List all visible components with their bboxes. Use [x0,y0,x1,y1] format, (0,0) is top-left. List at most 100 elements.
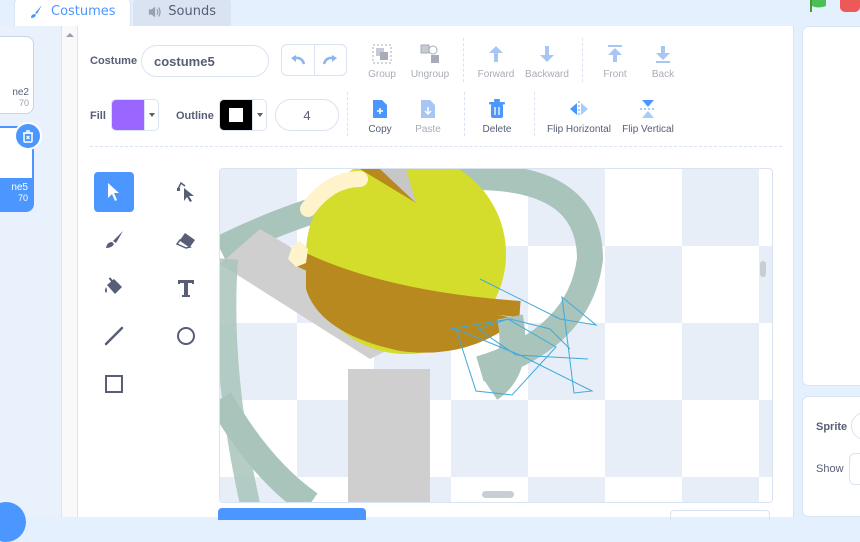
convert-button[interactable] [218,508,366,520]
text-icon [178,280,194,297]
delete-costume-button[interactable] [14,122,42,150]
flip-vertical-icon [640,100,656,118]
outline-color-picker[interactable] [219,99,267,131]
chevron-down-icon [256,113,263,117]
fill-color-picker[interactable] [111,99,159,131]
sprite-label: Sprite [816,421,848,433]
outline-label: Outline [176,110,214,122]
sprite-info-panel: Sprite Show [802,396,860,517]
show-label: Show [816,463,844,475]
delete-button[interactable]: Delete [467,98,527,135]
trash-icon [23,129,33,143]
backward-button[interactable]: Backward [517,43,577,80]
circle-icon [177,327,195,345]
flip-horizontal-button[interactable]: Flip Horizontal [542,98,616,135]
outline-width-input[interactable] [275,99,339,131]
stage-panel: Sprite Show [794,26,860,517]
zoom-controls[interactable] [670,510,770,520]
costume-list: ne2 70 ne5 70 [0,26,62,542]
tab-costumes-label: Costumes [51,4,116,19]
redo-icon [323,55,338,65]
brush-icon [106,231,123,248]
sprite-name-input[interactable] [851,412,860,440]
costume-thumb-name: ne2 [12,87,29,98]
trash-icon [489,99,505,118]
fill-color-swatch [112,100,144,130]
line-tool[interactable] [94,316,134,356]
stop-icon[interactable] [840,0,860,12]
flip-vertical-button[interactable]: Flip Vertical [617,98,679,135]
costume-thumb[interactable]: ne2 70 [0,36,34,114]
tab-sounds-label: Sounds [168,4,216,19]
tab-sounds[interactable]: Sounds [133,0,231,26]
undo-icon [290,55,305,65]
back-button[interactable]: Back [633,43,693,80]
canvas-artwork [220,169,772,502]
scroll-up-icon[interactable] [65,32,75,38]
backward-icon [540,46,554,62]
brush-tool[interactable] [94,220,134,260]
ungroup-button[interactable]: Ungroup [400,43,460,80]
flip-vertical-label: Flip Vertical [622,124,674,135]
flip-horizontal-label: Flip Horizontal [547,124,611,135]
green-flag-icon[interactable] [808,0,830,12]
add-costume-button[interactable] [0,502,26,542]
stage-preview[interactable] [802,26,860,386]
fill-label: Fill [90,110,106,122]
copy-icon [373,100,387,118]
toolbar-divider [582,38,583,82]
rectangle-icon [105,375,123,393]
undo-redo-group [281,44,347,76]
ungroup-label: Ungroup [410,69,450,80]
speaker-icon [148,6,161,17]
toolbar-divider [347,92,348,136]
paint-bucket-icon [105,277,122,294]
line-icon [104,326,124,346]
toolbar-divider [534,92,535,136]
costume-list-scrollbar[interactable] [62,26,78,517]
toolbar-bottom-divider [90,146,782,147]
forward-label: Forward [477,69,515,80]
costume-name-input[interactable] [141,45,269,77]
eraser-icon [175,233,195,249]
toolbar-divider [463,38,464,82]
brush-icon [31,4,42,18]
rectangle-tool[interactable] [94,364,134,404]
circle-tool[interactable] [166,316,206,356]
ungroup-icon [420,44,439,63]
costume-thumb-size: 70 [17,193,28,203]
paint-editor: Costume Group Ungroup Forward Backward F… [78,26,794,520]
eraser-tool[interactable] [166,220,206,260]
paste-label: Paste [415,124,441,135]
fill-tool[interactable] [94,268,134,308]
paste-button[interactable]: Paste [398,98,458,135]
backward-label: Backward [525,69,569,80]
costume-name-label: Costume [90,55,138,67]
chevron-down-icon [148,113,155,117]
costume-thumb-name: ne5 [11,182,28,193]
reshape-tool[interactable] [166,172,206,212]
flip-horizontal-icon [570,101,588,117]
show-toggle[interactable] [849,453,860,485]
reshape-icon [177,181,194,202]
text-tool[interactable] [166,268,206,308]
undo-button[interactable] [282,45,315,75]
arrow-cursor-icon [108,183,119,201]
group-icon [372,44,392,64]
group-label: Group [368,69,396,80]
paste-icon [421,100,435,118]
front-label: Front [603,69,627,80]
back-icon [656,46,670,63]
outline-color-swatch [220,100,252,130]
drawing-canvas[interactable] [219,168,773,503]
front-icon [608,45,622,62]
forward-icon [489,46,503,62]
back-label: Back [651,69,675,80]
delete-label: Delete [482,124,512,135]
tab-costumes[interactable]: Costumes [14,0,131,26]
select-tool[interactable] [94,172,134,212]
copy-label: Copy [368,124,392,135]
toolbar-divider [464,92,465,136]
redo-button[interactable] [315,45,347,75]
costume-thumb-size: 70 [18,98,29,108]
